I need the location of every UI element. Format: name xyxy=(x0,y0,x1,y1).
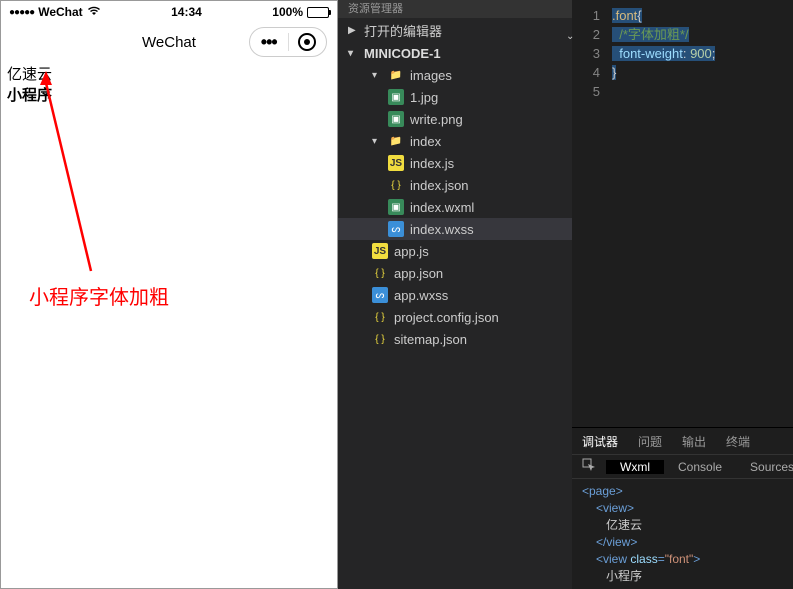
battery-icon xyxy=(307,7,329,18)
file-project-config[interactable]: { } project.config.json xyxy=(338,306,572,328)
wxml-file-icon: ▣ xyxy=(388,199,404,215)
tab-problems[interactable]: 问题 xyxy=(638,433,662,450)
chevron-down-icon: ▾ xyxy=(348,48,358,59)
line-gutter: 1 ⌄2 3 4 5 xyxy=(572,6,612,427)
file-label: 1.jpg xyxy=(410,90,438,105)
folder-index[interactable]: ▾ 📁 index xyxy=(338,130,572,152)
signal-dots-icon: ●●●●● xyxy=(9,7,34,18)
line-number: 4 xyxy=(572,63,600,82)
file-sitemap-json[interactable]: { } sitemap.json xyxy=(338,328,572,350)
status-bar: ●●●●● WeChat 14:34 100% xyxy=(1,1,337,23)
capsule-button[interactable]: ••• xyxy=(249,27,327,57)
tab-terminal[interactable]: 终端 xyxy=(726,433,750,450)
folder-images[interactable]: ▾ 📁 images xyxy=(338,64,572,86)
file-app-js[interactable]: JS app.js xyxy=(338,240,572,262)
wifi-icon xyxy=(87,5,101,19)
panel-tabs: 调试器 问题 输出 终端 xyxy=(572,428,793,455)
file-label: index.json xyxy=(410,178,469,193)
carrier-label: WeChat xyxy=(38,5,82,19)
chevron-down-icon: ▾ xyxy=(372,70,382,81)
file-label: index.wxml xyxy=(410,200,474,215)
file-1-jpg[interactable]: ▣ 1.jpg xyxy=(338,86,572,108)
file-index-json[interactable]: { } index.json xyxy=(338,174,572,196)
devtools-subtabs: Wxml Console Sources N xyxy=(572,455,793,479)
file-label: app.json xyxy=(394,266,443,281)
json-file-icon: { } xyxy=(372,331,388,347)
line-number: 5 xyxy=(572,82,600,101)
page-content: 亿速云 小程序 小程序字体加粗 xyxy=(1,61,337,588)
file-label: app.js xyxy=(394,244,429,259)
chevron-right-icon: ▶ xyxy=(348,25,358,36)
code-editor[interactable]: 1 ⌄2 3 4 5 .font{ /*字体加粗*/ font-weight: … xyxy=(572,0,793,427)
file-tree: ▾ 📁 images ▣ 1.jpg ▣ write.png ▾ 📁 index JS ind… xyxy=(338,64,572,589)
js-file-icon: JS xyxy=(372,243,388,259)
folder-label: index xyxy=(410,134,441,149)
simulator-panel: ●●●●● WeChat 14:34 100% WeChat ••• 亿速云 小… xyxy=(0,0,338,589)
file-app-json[interactable]: { } app.json xyxy=(338,262,572,284)
wxml-output[interactable]: <page> <view> 亿速云 </view> <view class="f… xyxy=(572,479,793,589)
folder-icon: 📁 xyxy=(388,67,404,83)
editor-column: 1 ⌄2 3 4 5 .font{ /*字体加粗*/ font-weight: … xyxy=(572,0,793,589)
tab-output[interactable]: 输出 xyxy=(682,433,706,450)
line-number: 3 xyxy=(572,44,600,63)
open-editors-section[interactable]: ▶ 打开的编辑器 xyxy=(338,18,572,43)
folder-icon: 📁 xyxy=(388,133,404,149)
page-text-line2: 小程序 xyxy=(7,84,331,105)
nav-title: WeChat xyxy=(142,34,196,51)
explorer-header: 资源管理器 xyxy=(338,0,572,18)
file-label: index.wxss xyxy=(410,222,474,237)
file-explorer: 资源管理器 ▶ 打开的编辑器 ▾ MINICODE-1 ▾ 📁 images ▣ 1.… xyxy=(338,0,572,589)
file-label: index.js xyxy=(410,156,454,171)
wxml-text: 亿速云 xyxy=(582,517,783,534)
battery-label: 100% xyxy=(272,5,303,19)
image-file-icon: ▣ xyxy=(388,89,404,105)
json-file-icon: { } xyxy=(372,309,388,325)
image-file-icon: ▣ xyxy=(388,111,404,127)
file-label: sitemap.json xyxy=(394,332,467,347)
json-file-icon: { } xyxy=(372,265,388,281)
annotation-caption: 小程序字体加粗 xyxy=(29,281,169,310)
tab-debugger[interactable]: 调试器 xyxy=(582,433,618,450)
json-file-icon: { } xyxy=(388,177,404,193)
subtab-wxml[interactable]: Wxml xyxy=(606,460,664,474)
line-number: ⌄2 xyxy=(572,25,600,44)
page-text-line1: 亿速云 xyxy=(7,63,331,84)
file-index-js[interactable]: JS index.js xyxy=(338,152,572,174)
project-label: MINICODE-1 xyxy=(364,46,441,61)
js-file-icon: JS xyxy=(388,155,404,171)
inspect-icon[interactable] xyxy=(572,458,606,475)
file-index-wxss[interactable]: ᔕ index.wxss xyxy=(338,218,572,240)
subtab-console[interactable]: Console xyxy=(664,460,736,474)
file-index-wxml[interactable]: ▣ index.wxml xyxy=(338,196,572,218)
open-editors-label: 打开的编辑器 xyxy=(364,21,442,40)
file-app-wxss[interactable]: ᔕ app.wxss xyxy=(338,284,572,306)
clock-label: 14:34 xyxy=(171,5,202,19)
bottom-panel: 调试器 问题 输出 终端 Wxml Console Sources N <pag… xyxy=(572,427,793,589)
file-label: app.wxss xyxy=(394,288,448,303)
wxml-text: 小程序 xyxy=(582,568,783,585)
wxss-file-icon: ᔕ xyxy=(372,287,388,303)
chevron-down-icon: ▾ xyxy=(372,136,382,147)
subtab-sources[interactable]: Sources xyxy=(736,460,793,474)
code-body: .font{ /*字体加粗*/ font-weight: 900; } xyxy=(612,6,793,427)
folder-label: images xyxy=(410,68,452,83)
file-label: project.config.json xyxy=(394,310,499,325)
project-section[interactable]: ▾ MINICODE-1 xyxy=(338,43,572,64)
line-number: 1 xyxy=(572,6,600,25)
file-write-png[interactable]: ▣ write.png xyxy=(338,108,572,130)
file-label: write.png xyxy=(410,112,463,127)
nav-bar: WeChat ••• xyxy=(1,23,337,61)
menu-dots-icon: ••• xyxy=(261,32,277,53)
target-circle-icon xyxy=(298,33,316,51)
wxss-file-icon: ᔕ xyxy=(388,221,404,237)
